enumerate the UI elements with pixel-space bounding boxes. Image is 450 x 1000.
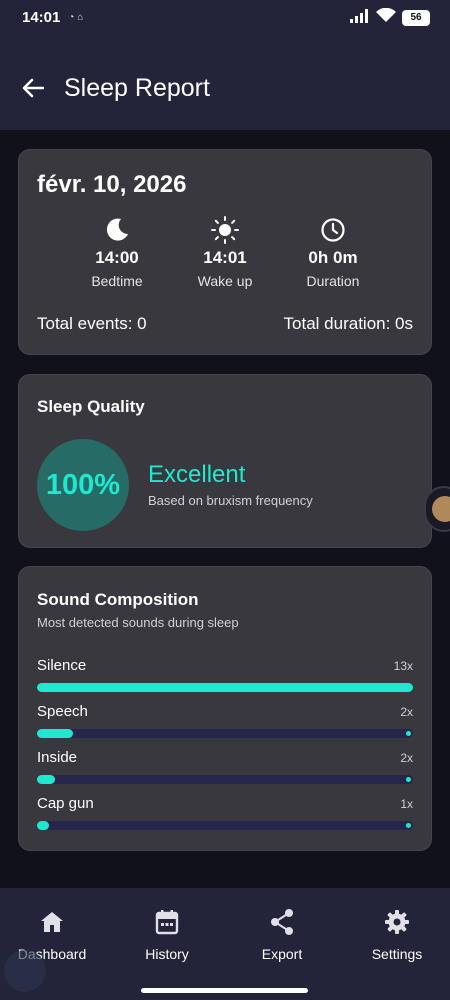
sound-name: Cap gun xyxy=(37,795,94,812)
sound-composition-title: Sound Composition xyxy=(37,590,199,609)
notification-icons: ◔ ⌂ xyxy=(68,11,84,23)
bedtime-stat: 14:00 Bedtime xyxy=(57,216,177,289)
sound-bar-fill xyxy=(37,821,49,830)
floating-assistant-bubble[interactable] xyxy=(424,486,450,532)
summary-card: févr. 10, 2026 14:00 Bedtime 14:01 Wake … xyxy=(18,149,432,355)
app-logo xyxy=(4,950,46,992)
battery-icon: 56 xyxy=(402,9,430,26)
sound-bar-fill xyxy=(37,775,55,784)
arrow-left-icon xyxy=(22,78,44,98)
sound-name: Speech xyxy=(37,703,88,720)
bar-end-dot xyxy=(406,731,411,736)
sound-bar-track xyxy=(37,775,413,784)
nav-settings-label: Settings xyxy=(371,946,423,962)
wifi-icon xyxy=(376,7,396,27)
sound-name: Silence xyxy=(37,657,87,674)
sound-row: Inside 2x xyxy=(37,749,413,795)
sound-name: Inside xyxy=(37,749,78,766)
status-bar: 14:01 ◔ ⌂ 56 xyxy=(0,0,450,34)
page-title: Sleep Report xyxy=(64,73,210,102)
nav-export-label: Export xyxy=(261,946,303,962)
wake-up-label: Wake up xyxy=(197,273,253,289)
nav-history[interactable]: History xyxy=(111,908,223,962)
bar-end-dot xyxy=(406,823,411,828)
duration-stat: 0h 0m Duration xyxy=(273,216,393,289)
sun-icon xyxy=(165,216,285,244)
home-indicator[interactable] xyxy=(141,988,308,993)
sound-row: Cap gun 1x xyxy=(37,795,413,841)
clock-icon xyxy=(273,216,393,244)
nav-export[interactable]: Export xyxy=(226,908,338,962)
sound-row: Silence 13x xyxy=(37,657,413,703)
home-icon xyxy=(0,908,108,936)
sound-count: 2x xyxy=(400,751,413,765)
sleep-quality-title: Sleep Quality xyxy=(37,397,145,416)
sound-bar-fill xyxy=(37,729,73,738)
status-time: 14:01 xyxy=(22,8,61,26)
signal-icon xyxy=(350,8,370,27)
duration-value: 0h 0m xyxy=(308,248,358,267)
total-events: Total events: 0 xyxy=(37,314,147,333)
quality-score-circle: 100% xyxy=(37,439,129,531)
status-icons: 56 xyxy=(350,7,430,27)
quality-label: Excellent xyxy=(148,461,246,488)
wake-up-value: 14:01 xyxy=(203,248,247,267)
sleep-quality-card: Sleep Quality 100% Excellent Based on br… xyxy=(18,374,432,548)
bedtime-label: Bedtime xyxy=(91,273,143,289)
duration-label: Duration xyxy=(306,273,360,289)
sound-count: 1x xyxy=(400,797,413,811)
sound-bar-track xyxy=(37,683,413,692)
nav-history-label: History xyxy=(145,946,189,962)
sound-count: 2x xyxy=(400,705,413,719)
bedtime-value: 14:00 xyxy=(95,248,139,267)
bar-end-dot xyxy=(406,777,411,782)
back-button[interactable] xyxy=(20,75,46,101)
moon-icon xyxy=(57,216,177,244)
report-date: févr. 10, 2026 xyxy=(37,171,187,198)
calendar-icon xyxy=(111,908,223,936)
sound-bar-fill xyxy=(37,683,413,692)
app-bar: Sleep Report xyxy=(0,34,450,130)
sound-bar-track xyxy=(37,821,413,830)
sound-count: 13x xyxy=(393,659,413,673)
gear-icon xyxy=(341,908,450,936)
total-duration: Total duration: 0s xyxy=(283,314,413,333)
sound-bar-track xyxy=(37,729,413,738)
bottom-navigation: Dashboard History Export Settings xyxy=(0,888,450,1000)
sound-composition-card: Sound Composition Most detected sounds d… xyxy=(18,566,432,851)
sound-row: Speech 2x xyxy=(37,703,413,749)
share-icon xyxy=(226,908,338,936)
bubble-avatar xyxy=(432,496,450,522)
nav-settings[interactable]: Settings xyxy=(341,908,450,962)
quality-subtitle: Based on bruxism frequency xyxy=(148,493,313,508)
sound-composition-subtitle: Most detected sounds during sleep xyxy=(37,615,239,630)
bar-end-dot xyxy=(406,685,411,690)
wake-up-stat: 14:01 Wake up xyxy=(165,216,285,289)
